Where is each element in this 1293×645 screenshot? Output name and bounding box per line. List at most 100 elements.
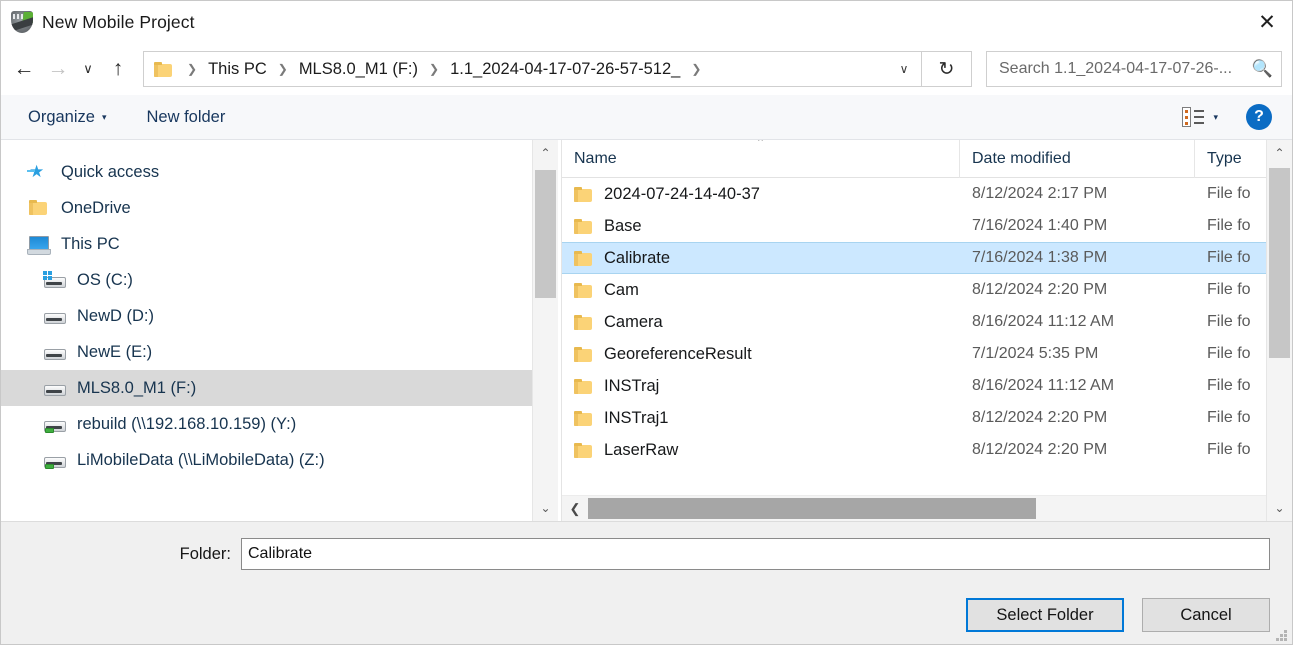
table-row[interactable]: Cam 8/12/2024 2:20 PM File fo <box>562 274 1292 306</box>
sidebar-item-this-pc[interactable]: This PC <box>1 226 558 262</box>
breadcrumb-separator: ❯ <box>187 62 198 76</box>
close-button[interactable]: ✕ <box>1242 1 1292 43</box>
caret-down-icon: ▾ <box>1213 111 1218 122</box>
tree-vertical-scrollbar[interactable]: ⌃ ⌄ <box>532 140 558 521</box>
scroll-down-button[interactable]: ⌄ <box>533 495 558 521</box>
column-header-name[interactable]: ⌃ Name <box>562 140 960 178</box>
organize-button[interactable]: Organize ▾ <box>19 103 115 132</box>
file-name-cell: Camera <box>562 313 960 332</box>
scroll-track[interactable] <box>1267 166 1292 495</box>
scroll-down-button[interactable]: ⌄ <box>1267 495 1292 521</box>
new-folder-button[interactable]: New folder <box>137 103 234 132</box>
file-name-cell: INSTraj1 <box>562 409 960 428</box>
folder-icon <box>574 218 592 234</box>
table-row[interactable]: Calibrate 7/16/2024 1:38 PM File fo <box>562 242 1292 274</box>
sidebar-item-label: rebuild (\\192.168.10.159) (Y:) <box>77 414 297 433</box>
sidebar-item-label: LiMobileData (\\LiMobileData) (Z:) <box>77 450 325 469</box>
table-row[interactable]: 2024-07-24-14-40-37 8/12/2024 2:17 PM Fi… <box>562 178 1292 210</box>
up-button[interactable]: ↑ <box>101 52 135 86</box>
file-name: INSTraj <box>604 376 660 395</box>
breadcrumb-dropdown-button[interactable]: ∨ <box>887 52 921 86</box>
change-view-button[interactable]: ▾ <box>1176 103 1224 131</box>
file-name-cell: Calibrate <box>562 249 960 268</box>
table-row[interactable]: LaserRaw 8/12/2024 2:20 PM File fo <box>562 434 1292 466</box>
file-name-cell: Base <box>562 217 960 236</box>
scroll-up-button[interactable]: ⌃ <box>1267 140 1292 166</box>
drive-icon <box>43 305 69 327</box>
close-icon: ✕ <box>1258 10 1276 34</box>
table-row[interactable]: INSTraj1 8/12/2024 2:20 PM File fo <box>562 402 1292 434</box>
file-name-cell: LaserRaw <box>562 441 960 460</box>
new-folder-label: New folder <box>146 107 226 126</box>
back-button[interactable]: ← <box>7 52 41 86</box>
organize-label: Organize <box>28 107 95 126</box>
scroll-track[interactable] <box>533 166 558 495</box>
sidebar-item-limobiledata-z[interactable]: LiMobileData (\\LiMobileData) (Z:) <box>1 442 558 478</box>
folder-icon <box>574 410 592 426</box>
file-list-pane: ⌃ Name Date modified Type 2024-07-24-14-… <box>562 140 1292 521</box>
sidebar-item-rebuild-y[interactable]: rebuild (\\192.168.10.159) (Y:) <box>1 406 558 442</box>
folder-icon <box>574 186 592 202</box>
navigation-tree: Quick access OneDrive This PC OS (C:) <box>1 140 558 478</box>
chevron-down-icon: ⌄ <box>540 501 551 515</box>
resize-grip[interactable] <box>1276 630 1288 642</box>
column-header-date-modified[interactable]: Date modified <box>960 140 1195 178</box>
breadcrumb-item-drive[interactable]: MLS8.0_M1 (F:) <box>295 58 422 81</box>
app-logo-icon <box>11 11 33 33</box>
forward-button[interactable]: → <box>41 52 75 86</box>
folder-name-row: Folder: <box>1 522 1292 586</box>
chevron-up-icon: ⌃ <box>1274 146 1285 160</box>
scroll-up-button[interactable]: ⌃ <box>533 140 558 166</box>
table-row[interactable]: GeoreferenceResult 7/1/2024 5:35 PM File… <box>562 338 1292 370</box>
folder-icon <box>574 442 592 458</box>
sidebar-item-newd-d[interactable]: NewD (D:) <box>1 298 558 334</box>
search-box[interactable]: 🔍 <box>986 51 1282 87</box>
file-date-cell: 7/16/2024 1:40 PM <box>972 217 1108 234</box>
sidebar-item-quick-access[interactable]: Quick access <box>1 154 558 190</box>
refresh-icon: ↻ <box>938 58 955 80</box>
cancel-button[interactable]: Cancel <box>1142 598 1270 632</box>
sidebar-item-mls80-m1-f[interactable]: MLS8.0_M1 (F:) <box>1 370 558 406</box>
chevron-down-icon: ⌄ <box>1274 501 1285 515</box>
chevron-down-icon: ∨ <box>899 62 909 76</box>
help-button[interactable]: ? <box>1246 104 1272 130</box>
table-row[interactable]: Camera 8/16/2024 11:12 AM File fo <box>562 306 1292 338</box>
refresh-button[interactable]: ↻ <box>922 51 972 87</box>
scroll-track[interactable] <box>588 496 1266 521</box>
navigation-tree-pane: Quick access OneDrive This PC OS (C:) <box>1 140 558 521</box>
forward-arrow-icon: → <box>47 57 69 80</box>
scroll-thumb[interactable] <box>588 498 1036 519</box>
table-row[interactable]: INSTraj 8/16/2024 11:12 AM File fo <box>562 370 1292 402</box>
breadcrumb-item-folder[interactable]: 1.1_2024-04-17-07-26-57-512_ <box>446 58 684 81</box>
file-list-horizontal-scrollbar[interactable]: ❮ ❯ <box>562 495 1292 521</box>
breadcrumb-separator: ❯ <box>429 62 440 76</box>
network-drive-icon <box>43 413 69 435</box>
recent-locations-button[interactable]: ∨ <box>75 52 101 86</box>
select-folder-label: Select Folder <box>996 605 1094 624</box>
sidebar-item-os-c[interactable]: OS (C:) <box>1 262 558 298</box>
file-name: 2024-07-24-14-40-37 <box>604 184 760 203</box>
breadcrumb[interactable]: ❯ This PC ❯ MLS8.0_M1 (F:) ❯ 1.1_2024-04… <box>143 51 922 87</box>
folder-icon <box>574 314 592 330</box>
table-row[interactable]: Base 7/16/2024 1:40 PM File fo <box>562 210 1292 242</box>
file-name: Calibrate <box>604 248 671 267</box>
scroll-thumb[interactable] <box>535 170 556 298</box>
search-input[interactable] <box>999 60 1248 78</box>
file-name: LaserRaw <box>604 440 679 459</box>
window-title: New Mobile Project <box>42 11 195 32</box>
file-date-cell: 8/12/2024 2:17 PM <box>972 185 1108 202</box>
sidebar-item-newe-e[interactable]: NewE (E:) <box>1 334 558 370</box>
file-name-cell: 2024-07-24-14-40-37 <box>562 185 960 204</box>
breadcrumb-item-this-pc[interactable]: This PC <box>204 58 271 81</box>
folder-input[interactable] <box>241 538 1270 570</box>
sidebar-item-onedrive[interactable]: OneDrive <box>1 190 558 226</box>
sidebar-item-label: NewD (D:) <box>77 306 154 325</box>
sidebar-item-label: OS (C:) <box>77 270 133 289</box>
select-folder-button[interactable]: Select Folder <box>966 598 1124 632</box>
question-mark-icon: ? <box>1254 108 1264 125</box>
file-list-vertical-scrollbar[interactable]: ⌃ ⌄ <box>1266 140 1292 521</box>
scroll-left-button[interactable]: ❮ <box>562 496 588 521</box>
file-name-cell: INSTraj <box>562 377 960 396</box>
folder-icon <box>574 250 592 266</box>
scroll-thumb[interactable] <box>1269 168 1290 358</box>
